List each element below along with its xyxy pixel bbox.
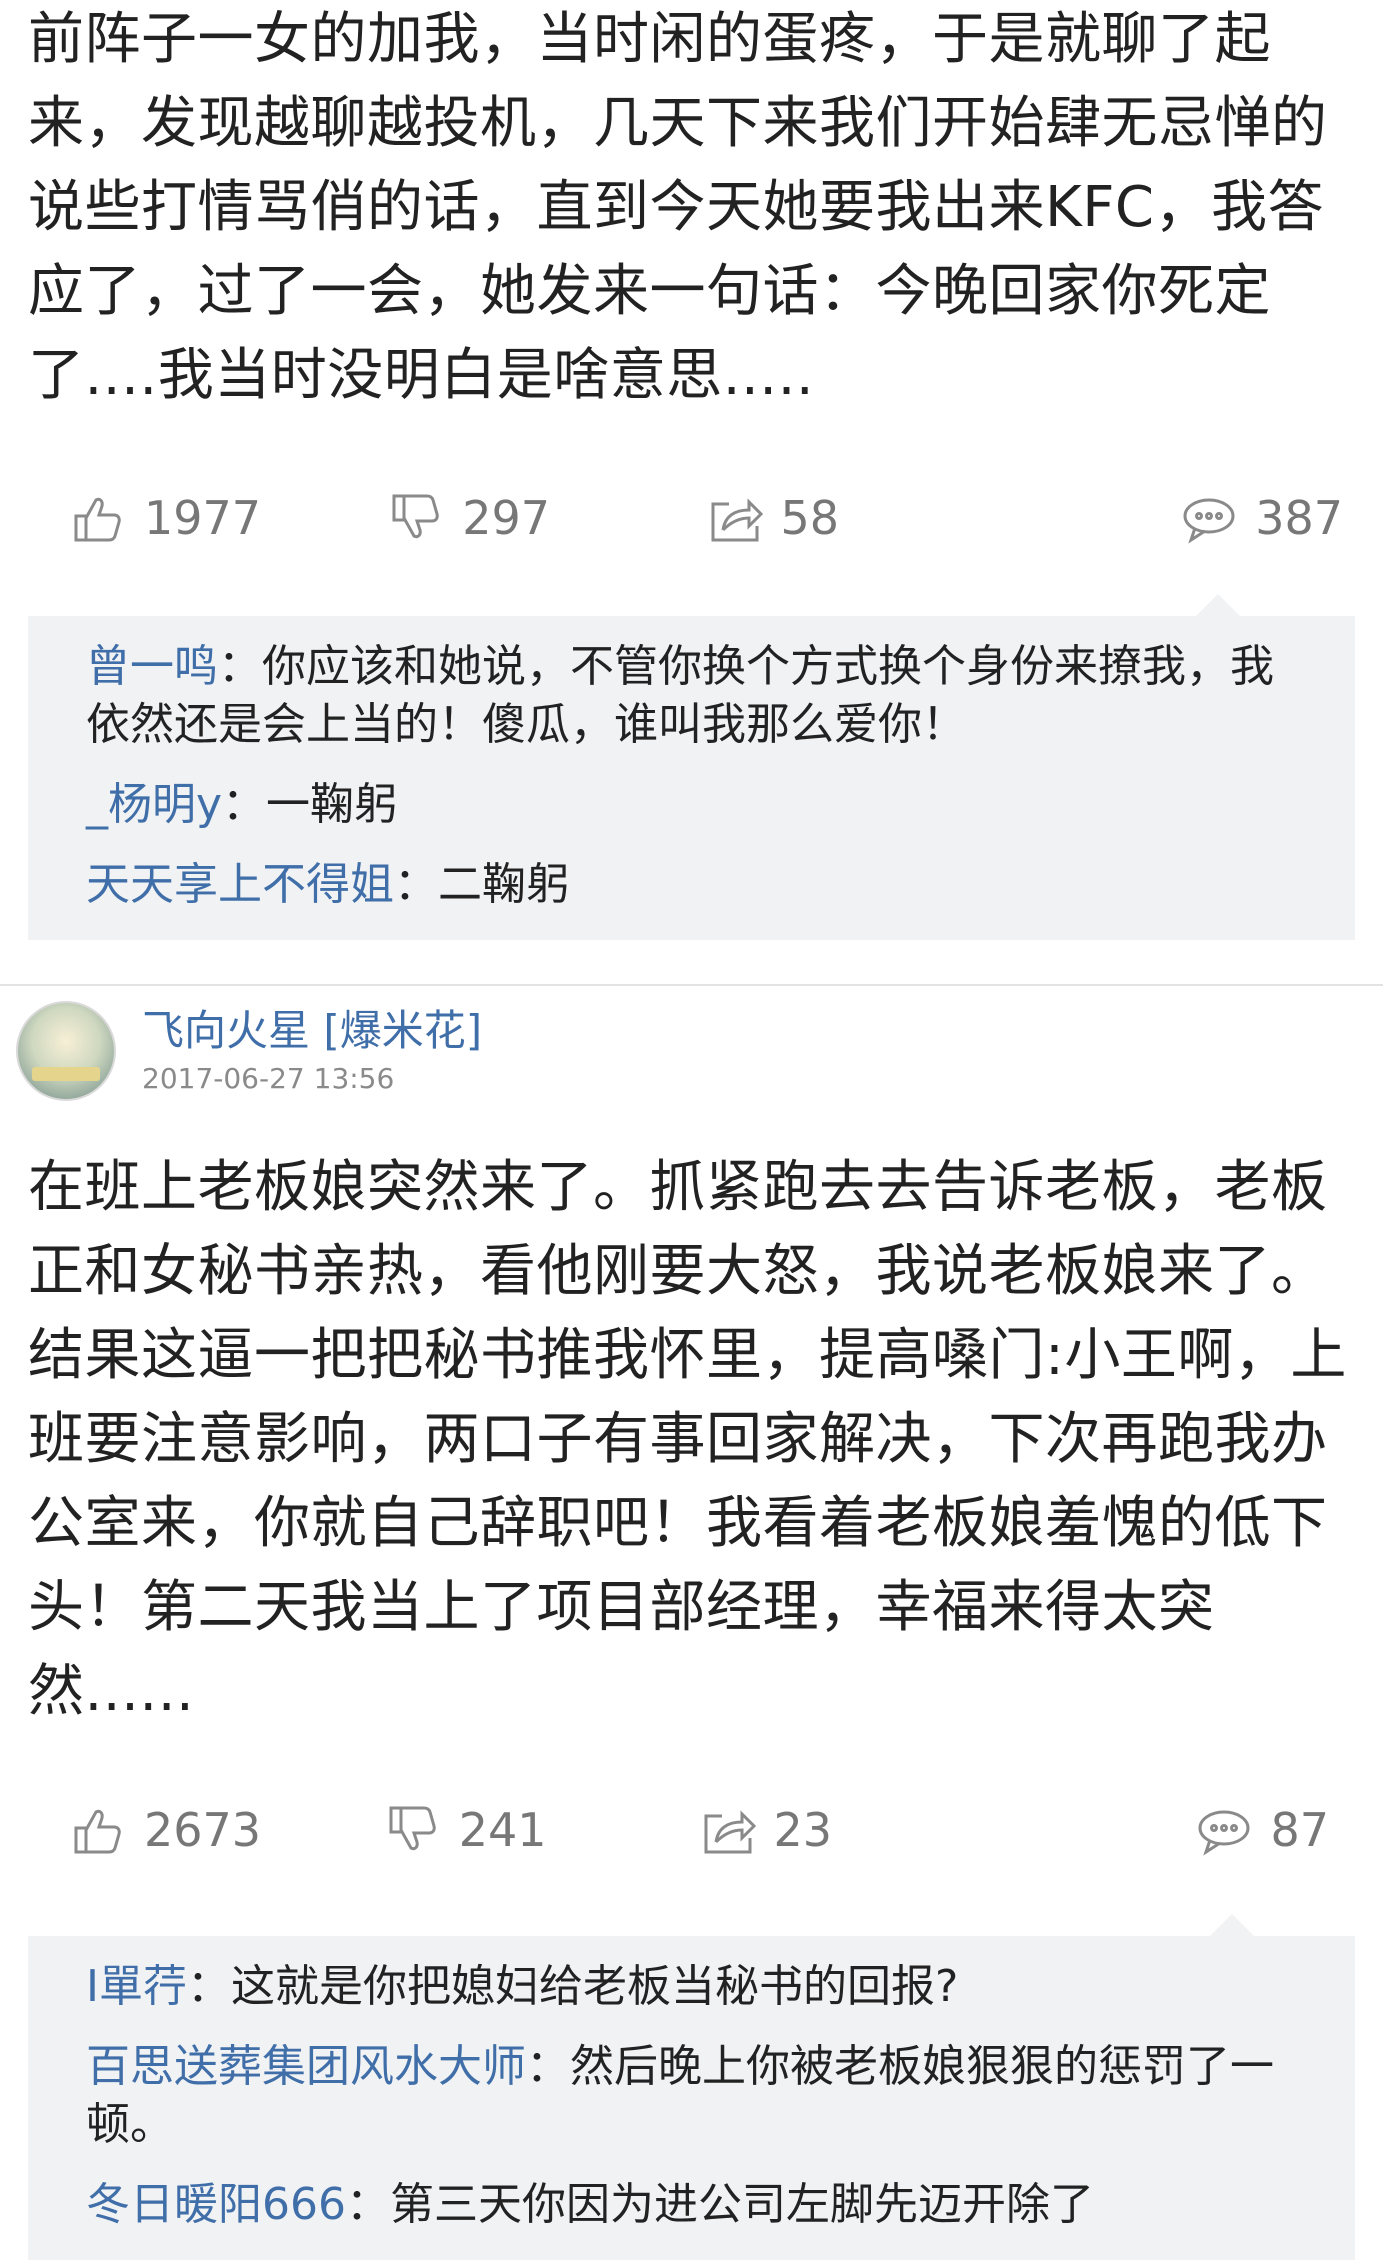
thumbs-up-icon <box>74 497 121 542</box>
post-card: 飞向火星 [爆米花] 2017-06-27 13:56 在班上老板娘突然来了。抓… <box>0 986 1383 2260</box>
author-info: 飞向火星 [爆米花] 2017-06-27 13:56 <box>142 1005 482 1097</box>
reply-author[interactable]: 百思送葬集团风水大师 <box>86 2041 526 2092</box>
feed-page: 前阵子一女的加我，当时闲的蛋疼，于是就聊了起来，发现越聊越投机，几天下来我们开始… <box>0 0 1383 2260</box>
reply-author[interactable]: I單荇 <box>86 1961 187 2012</box>
reply-item[interactable]: 百思送葬集团风水大师：然后晚上你被老板娘狠狠的惩罚了一顿。 <box>86 2038 1295 2154</box>
dislike-button[interactable]: 297 <box>388 490 706 546</box>
reply-item[interactable]: 曾一鸣：你应该和她说，不管你换个方式换个身份来撩我，我依然还是会上当的！傻瓜，谁… <box>86 638 1295 754</box>
avatar[interactable] <box>16 1001 116 1101</box>
reply-item[interactable]: 冬日暖阳666：第三天你因为进公司左脚先迈开除了 <box>86 2176 1295 2234</box>
share-count: 23 <box>773 1803 833 1857</box>
reply-text: ：第三天你因为进公司左脚先迈开除了 <box>345 2179 1094 2230</box>
thumbs-up-icon <box>74 1809 121 1854</box>
comment-button[interactable]: 387 <box>1025 490 1343 546</box>
dislike-count: 241 <box>458 1803 547 1857</box>
thumbs-down-icon <box>389 1806 436 1851</box>
post-text[interactable]: 前阵子一女的加我，当时闲的蛋疼，于是就聊了起来，发现越聊越投机，几天下来我们开始… <box>0 0 1383 418</box>
post-text[interactable]: 在班上老板娘突然来了。抓紧跑去去告诉老板，老板正和女秘书亲热，看他刚要大怒，我说… <box>0 1146 1383 1734</box>
like-button[interactable]: 1977 <box>70 490 388 546</box>
reply-item[interactable]: I單荇：这就是你把媳妇给老板当秘书的回报? <box>86 1958 1295 2016</box>
reply-list: I單荇：这就是你把媳妇给老板当秘书的回报? 百思送葬集团风水大师：然后晚上你被老… <box>28 1914 1355 2260</box>
like-button[interactable]: 2673 <box>70 1802 385 1858</box>
reply-text: ：这就是你把媳妇给老板当秘书的回报? <box>186 1961 959 2012</box>
reply-author[interactable]: 冬日暖阳666 <box>86 2179 346 2230</box>
comment-count: 87 <box>1270 1803 1329 1857</box>
share-icon <box>711 498 763 542</box>
post-actions: 2673 241 23 87 <box>0 1780 1383 1880</box>
reply-author[interactable]: _杨明y <box>86 779 222 830</box>
reply-author[interactable]: 曾一鸣 <box>86 641 218 692</box>
author-name[interactable]: 飞向火星 [爆米花] <box>142 1005 482 1057</box>
share-button[interactable]: 58 <box>707 490 1025 546</box>
share-button[interactable]: 23 <box>700 1802 1015 1858</box>
reply-list: 曾一鸣：你应该和她说，不管你换个方式换个身份来撩我，我依然还是会上当的！傻瓜，谁… <box>28 594 1355 940</box>
share-count: 58 <box>780 491 840 545</box>
comment-button[interactable]: 87 <box>1014 1802 1343 1858</box>
reply-author[interactable]: 天天享上不得姐 <box>86 859 394 910</box>
post-actions: 1977 297 58 387 <box>0 468 1383 568</box>
reply-text: ：你应该和她说，不管你换个方式换个身份来撩我，我依然还是会上当的！傻瓜，谁叫我那… <box>86 641 1274 750</box>
like-count: 2673 <box>144 1803 262 1857</box>
dislike-button[interactable]: 241 <box>385 1802 700 1858</box>
reply-text: ：一鞠躬 <box>222 779 399 830</box>
reply-item[interactable]: _杨明y：一鞠躬 <box>86 776 1295 834</box>
reply-item[interactable]: 天天享上不得姐：二鞠躬 <box>86 856 1295 914</box>
comment-bubble-icon <box>1183 498 1235 544</box>
post-card: 前阵子一女的加我，当时闲的蛋疼，于是就聊了起来，发现越聊越投机，几天下来我们开始… <box>0 0 1383 940</box>
post-timestamp: 2017-06-27 13:56 <box>142 1062 395 1095</box>
thumbs-down-icon <box>392 494 439 539</box>
share-icon <box>704 1810 756 1854</box>
reply-text: ：二鞠躬 <box>394 859 570 910</box>
dislike-count: 297 <box>462 491 551 545</box>
comment-count: 387 <box>1255 491 1343 545</box>
post-author-header[interactable]: 飞向火星 [爆米花] 2017-06-27 13:56 <box>0 986 1383 1116</box>
comment-bubble-icon <box>1198 1810 1250 1856</box>
like-count: 1977 <box>144 491 262 545</box>
avatar-badge <box>32 1067 100 1081</box>
